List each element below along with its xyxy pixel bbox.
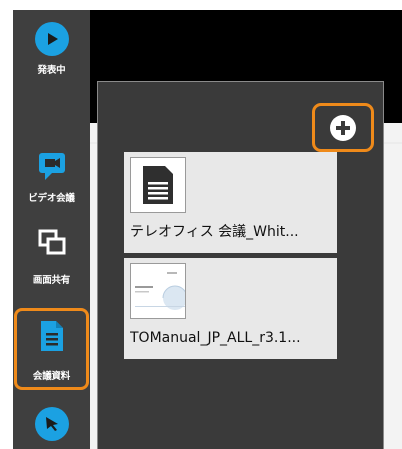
play-icon bbox=[34, 22, 69, 56]
add-circle-icon bbox=[330, 114, 356, 141]
pointer-icon bbox=[34, 407, 69, 441]
sidebar-item-meeting-materials[interactable]: 会議資料 bbox=[13, 320, 90, 382]
document-name: テレオフィス 会議_Whit... bbox=[130, 224, 299, 240]
page-preview bbox=[130, 263, 186, 319]
document-name: TOManual_JP_ALL_r3.1... bbox=[130, 330, 301, 346]
sidebar-item-label: 画面共有 bbox=[32, 275, 71, 286]
video-chat-icon bbox=[37, 152, 67, 182]
sidebar-item-video-conference[interactable]: ビデオ会議 bbox=[13, 152, 90, 204]
sidebar-item-label: 会議資料 bbox=[32, 371, 71, 382]
file-icon bbox=[130, 157, 186, 213]
screen-share-icon bbox=[37, 228, 67, 258]
add-document-button[interactable] bbox=[312, 103, 374, 152]
sidebar-item-presenting[interactable]: 発表中 bbox=[13, 22, 90, 76]
document-icon bbox=[39, 320, 65, 352]
document-item[interactable]: TOManual_JP_ALL_r3.1... bbox=[124, 258, 337, 359]
sidebar-item-pointer[interactable] bbox=[13, 407, 90, 441]
sidebar-item-label: 発表中 bbox=[37, 65, 66, 76]
document-item[interactable]: テレオフィス 会議_Whit... bbox=[124, 152, 337, 253]
sidebar-item-screen-share[interactable]: 画面共有 bbox=[13, 228, 90, 286]
sidebar-item-label: ビデオ会議 bbox=[28, 193, 75, 204]
